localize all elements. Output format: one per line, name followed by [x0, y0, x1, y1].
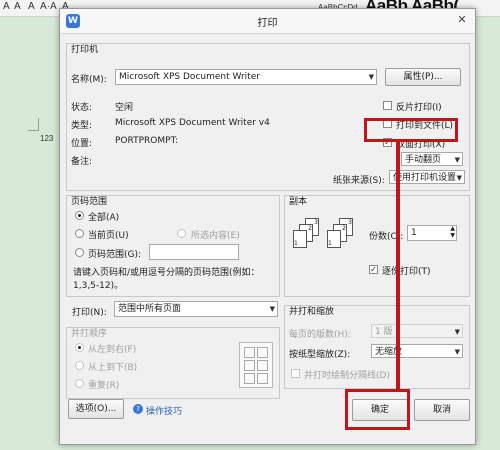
dialog-titlebar: W 打印 ✕: [60, 9, 475, 34]
print-what-label: 打印(N):: [72, 308, 107, 318]
left-to-right-radio[interactable]: [75, 343, 84, 352]
options-button[interactable]: 选项(O)...: [68, 399, 124, 419]
copies-stepper[interactable]: 1 ▲ ▼: [407, 225, 457, 241]
tips-link[interactable]: 操作技巧: [146, 404, 182, 417]
chevron-down-icon: ▼: [456, 174, 462, 182]
zoom-group: 并打和缩放 每页的版数(H): 1 版 ▼ 按纸型缩放(Z): 无缩放 ▼ 并打…: [284, 305, 470, 389]
stepper-arrows-icon[interactable]: ▲ ▼: [450, 225, 455, 239]
page-corner-mark: [28, 130, 39, 131]
collate-preview-icon: [239, 342, 273, 388]
comment-label: 备注:: [71, 157, 93, 167]
chevron-down-icon: ▼: [269, 305, 275, 313]
type-label: 类型:: [71, 121, 93, 131]
printer-group-label: 打印机: [71, 45, 99, 55]
range-all-label: 全部(A): [88, 213, 120, 223]
location-value: PORTPROMPT:: [115, 136, 179, 146]
location-label: 位置:: [71, 139, 93, 149]
annotation-box-duplex: [364, 118, 458, 142]
dialog-title: 打印: [257, 18, 278, 29]
top-to-bottom-radio[interactable]: [75, 361, 84, 370]
close-icon[interactable]: ✕: [453, 11, 471, 29]
collate-checkbox[interactable]: ✓: [369, 265, 378, 274]
print-what-select[interactable]: 范围中所有页面 ▼: [114, 301, 278, 317]
range-pages-label: 页码范围(G):: [88, 250, 142, 260]
range-current-label: 当前页(U): [88, 231, 129, 241]
printer-name-select[interactable]: Microsoft XPS Document Writer ▼: [115, 69, 377, 85]
chevron-down-icon: ▼: [454, 328, 460, 336]
printer-group: 打印机 名称(M): Microsoft XPS Document Writer…: [66, 43, 470, 191]
properties-button[interactable]: 属性(P)...: [385, 68, 461, 86]
ribbon-font-button[interactable]: A: [50, 1, 57, 12]
annotation-box-ok: [345, 389, 410, 430]
top-to-bottom-label: 从上到下(B): [88, 363, 138, 373]
status-label: 状态:: [71, 103, 93, 113]
page-range-input[interactable]: [149, 244, 239, 260]
range-all-radio[interactable]: [75, 211, 84, 220]
ribbon-font-button[interactable]: A: [28, 1, 35, 12]
ribbon-font-button[interactable]: A: [14, 1, 21, 12]
collate-order-group: 并打顺序 从左到右(F) 从上到下(B) 重复(R): [66, 327, 280, 399]
repeat-label: 重复(R): [88, 381, 120, 391]
copies-label: 副本: [289, 197, 308, 207]
scale-select[interactable]: 无缩放 ▼: [371, 344, 463, 358]
reverse-print-checkbox[interactable]: [383, 101, 392, 110]
range-current-radio[interactable]: [75, 229, 84, 238]
page-range-group: 页码范围 全部(A) 当前页(U) 所选内容(E) 页码范围(G): 请键入页码…: [66, 195, 280, 297]
ribbon-font-button[interactable]: A·: [40, 1, 50, 12]
chevron-down-icon: ▼: [454, 348, 460, 356]
zoom-group-label: 并打和缩放: [289, 307, 335, 317]
page-range-hint: 请键入页码和/或用逗号分隔的页码范围(例如：1,3,5-12)。: [73, 268, 260, 291]
ribbon-font-button[interactable]: A: [3, 1, 10, 12]
draw-lines-checkbox[interactable]: [291, 369, 300, 378]
range-selection-radio[interactable]: [177, 229, 186, 238]
duplex-mode-select[interactable]: 手动翻页 ▼: [401, 152, 463, 166]
paper-source-label: 纸张来源(S):: [333, 176, 385, 186]
scale-label: 按纸型缩放(Z):: [289, 350, 351, 360]
type-value: Microsoft XPS Document Writer v4: [115, 118, 270, 128]
chevron-down-icon: ▼: [454, 156, 460, 164]
copies-group: 副本 3 2 1 3 2 1 份数(C): 1 ▲ ▼ ✓ 逐份打印(T): [284, 195, 470, 297]
page-corner-mark: [38, 118, 39, 130]
range-pages-radio[interactable]: [75, 248, 84, 257]
print-dialog: W 打印 ✕ 打印机 名称(M): Microsoft XPS Document…: [59, 8, 476, 445]
status-value: 空闲: [115, 103, 134, 113]
pages-per-sheet-select[interactable]: 1 版 ▼: [371, 324, 463, 338]
help-icon[interactable]: ?: [133, 404, 143, 414]
page-number: 123: [40, 134, 54, 143]
collate-order-label: 并打顺序: [71, 329, 108, 339]
page-range-label: 页码范围: [71, 197, 108, 207]
left-to-right-label: 从左到右(F): [88, 345, 137, 355]
pages-per-sheet-label: 每页的版数(H):: [289, 330, 351, 340]
chevron-down-icon: ▼: [368, 73, 374, 81]
cancel-button[interactable]: 取消: [414, 399, 470, 421]
printer-name-label: 名称(M):: [71, 75, 107, 85]
range-selection-label: 所选内容(E): [191, 231, 240, 241]
collate-pages-icon: 3 2 1 3 2 1: [293, 218, 353, 248]
reverse-print-label: 反片打印(I): [396, 103, 442, 113]
annotation-arrow-line: [396, 141, 400, 390]
repeat-radio[interactable]: [75, 379, 84, 388]
collate-label: 逐份打印(T): [382, 267, 431, 277]
draw-lines-label: 并打时绘制分隔线(D): [304, 371, 390, 381]
paper-source-select[interactable]: 使用打印机设置 ▼: [389, 170, 465, 184]
